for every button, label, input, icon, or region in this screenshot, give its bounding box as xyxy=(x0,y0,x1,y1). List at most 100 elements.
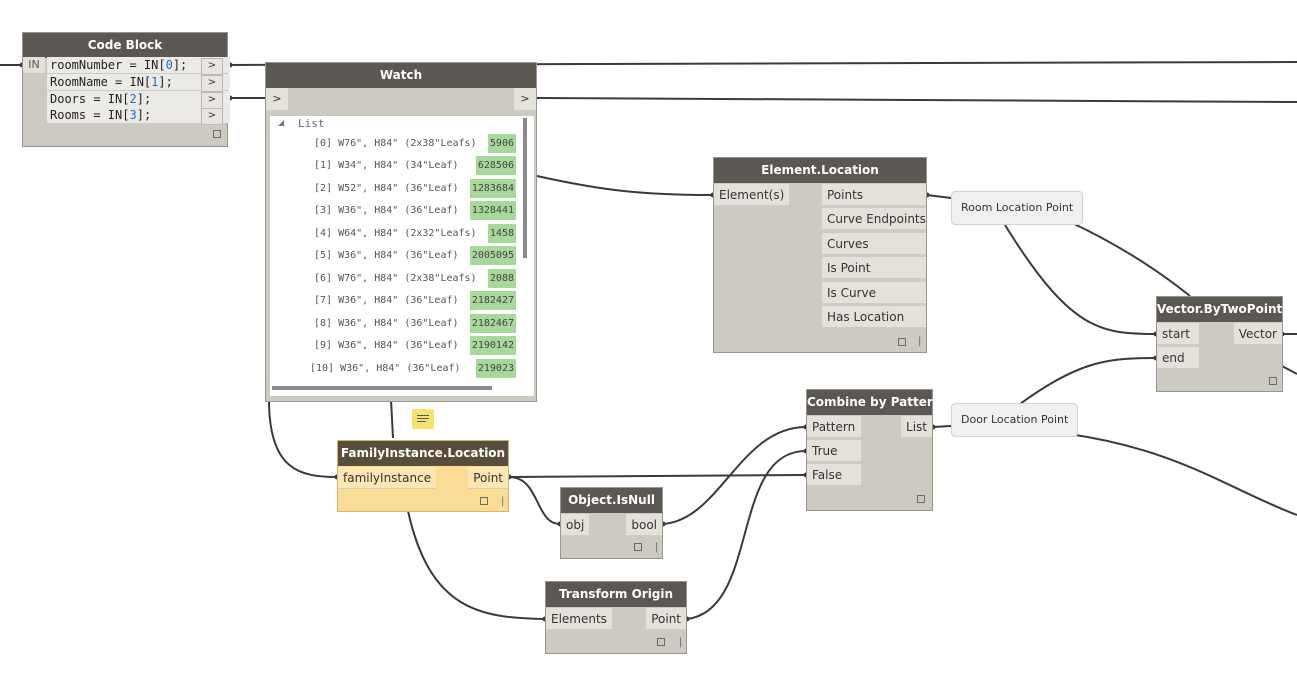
watch-row-value: 1458 xyxy=(487,224,516,243)
wire-room-bubble-to-vector xyxy=(1069,221,1191,297)
lacing-marker: | xyxy=(501,496,505,507)
transform-origin-node[interactable]: Transform Origin Elements Point | xyxy=(545,581,687,654)
curve-endpoints-output-port[interactable]: Curve Endpoints xyxy=(822,208,926,230)
watch-row-value: 2005095 xyxy=(469,246,516,265)
code-line-2-index: 2 xyxy=(129,92,137,106)
watch-row-index: [0] xyxy=(314,138,333,149)
bool-output-port[interactable]: bool xyxy=(626,514,662,536)
has-location-output-port[interactable]: Has Location xyxy=(822,306,926,328)
watch-row[interactable]: [8] W36", H84" (36"Leaf) 2182467 xyxy=(314,314,516,333)
list-output-port[interactable]: List xyxy=(901,416,932,438)
preview-toggle-icon[interactable] xyxy=(657,638,665,646)
watch-vertical-scrollbar[interactable] xyxy=(523,118,527,258)
curves-output-port[interactable]: Curves xyxy=(822,233,926,255)
watch-row-text: W36", H84" (36"Leaf) xyxy=(340,363,461,374)
room-location-point-label[interactable]: Room Location Point xyxy=(951,191,1084,225)
watch-title: Watch xyxy=(266,63,536,88)
watch-row[interactable]: [3] W36", H84" (36"Leaf) 1328441 xyxy=(314,201,516,220)
preview-toggle-icon[interactable] xyxy=(898,338,906,346)
watch-row-value: 628506 xyxy=(475,156,516,175)
watch-row-value: 2088 xyxy=(487,269,516,288)
wire-point-to-isnull xyxy=(508,476,561,525)
start-input-port[interactable]: start xyxy=(1157,323,1199,345)
watch-row-index: [2] xyxy=(314,183,333,194)
pattern-input-port[interactable]: Pattern xyxy=(807,416,861,438)
wire-watch-lower-stub xyxy=(390,399,394,439)
wire-door-bubble-onward xyxy=(1068,433,1297,516)
code-block-out-port-2[interactable]: > xyxy=(201,92,223,109)
watch-row-index: [6] xyxy=(314,273,333,284)
code-block-out-port-1[interactable]: > xyxy=(201,75,223,92)
watch-node[interactable]: Watch > > ◢ List [0] W76", H84" (2x38"Le… xyxy=(265,62,537,402)
watch-row-index: [5] xyxy=(314,250,333,261)
watch-row[interactable]: [5] W36", H84" (36"Leaf) 2005095 xyxy=(314,246,516,265)
code-line-1-post: ]; xyxy=(158,75,173,89)
familyinstance-location-node[interactable]: FamilyInstance.Location familyInstance P… xyxy=(337,440,509,512)
preview-toggle-icon[interactable] xyxy=(1269,377,1277,385)
point-output-port[interactable]: Point xyxy=(646,608,686,630)
watch-row[interactable]: [10] W36", H84" (36"Leaf) 219023 xyxy=(310,359,516,378)
watch-row[interactable]: [4] W64", H84" (2x32"Leafs) 1458 xyxy=(314,224,516,243)
preview-toggle-icon[interactable] xyxy=(480,497,488,505)
watch-row[interactable]: [0] W76", H84" (2x38"Leafs) 5906 xyxy=(314,134,516,153)
watch-row-text: W64", H84" (2x32"Leafs) xyxy=(338,228,477,239)
code-block-in-port[interactable]: IN xyxy=(23,57,45,73)
is-point-output-port[interactable]: Is Point xyxy=(822,257,926,279)
points-output-port[interactable]: Points xyxy=(822,184,926,206)
code-line-0-pre: roomNumber = IN[ xyxy=(50,58,166,72)
preview-toggle-icon[interactable] xyxy=(213,130,221,138)
vector-output-port[interactable]: Vector xyxy=(1233,323,1282,345)
code-line-1-pre: RoomName = IN[ xyxy=(50,75,152,89)
watch-row-value: 2182427 xyxy=(469,291,516,310)
familyinstance-input-port[interactable]: familyInstance xyxy=(338,467,437,489)
code-line-0-post: ]; xyxy=(172,58,188,72)
preview-toggle-icon[interactable] xyxy=(634,543,642,551)
code-block-node[interactable]: Code Block IN roomNumber = IN[0]; RoomNa… xyxy=(22,32,230,147)
note-icon[interactable] xyxy=(412,409,434,429)
watch-horizontal-scrollbar[interactable] xyxy=(272,386,492,390)
watch-row-index: [1] xyxy=(314,160,333,171)
code-block-out-port-3[interactable]: > xyxy=(201,108,223,125)
is-curve-output-port[interactable]: Is Curve xyxy=(822,282,926,304)
watch-row-text: W76", H84" (2x38"Leafs) xyxy=(338,273,477,284)
transform-origin-title: Transform Origin xyxy=(546,582,686,607)
false-input-port[interactable]: False xyxy=(807,464,861,486)
watch-row-value: 219023 xyxy=(475,359,516,378)
wire-door-bubble-to-end xyxy=(1019,357,1157,405)
wire-point-to-false xyxy=(508,474,807,478)
watch-row-index: [4] xyxy=(314,228,333,239)
element-input-port[interactable]: Element(s) xyxy=(714,184,790,206)
watch-in-port[interactable]: > xyxy=(266,88,288,110)
object-isnull-node[interactable]: Object.IsNull obj bool | xyxy=(560,487,663,559)
element-location-node[interactable]: Element.Location Element(s) Points Curve… xyxy=(713,157,927,353)
watch-row[interactable]: [7] W36", H84" (36"Leaf) 2182427 xyxy=(314,291,516,310)
door-location-point-label[interactable]: Door Location Point xyxy=(951,403,1079,437)
point-output-port[interactable]: Point xyxy=(468,467,508,489)
obj-input-port[interactable]: obj xyxy=(561,514,590,536)
watch-out-port[interactable]: > xyxy=(514,88,536,110)
preview-toggle-icon[interactable] xyxy=(917,495,925,503)
watch-row-text: W36", H84" (36"Leaf) xyxy=(338,295,459,306)
lacing-marker: | xyxy=(679,637,683,648)
true-input-port[interactable]: True xyxy=(807,440,861,462)
watch-row-value: 5906 xyxy=(487,134,516,153)
watch-list-panel[interactable]: ◢ List [0] W76", H84" (2x38"Leafs) 5906 [… xyxy=(270,116,534,396)
watch-row-text: W36", H84" (36"Leaf) xyxy=(338,340,459,351)
wire-watch-to-familyinstance xyxy=(268,399,338,478)
wire-familyinstance-to-transform xyxy=(407,510,546,620)
end-input-port[interactable]: end xyxy=(1157,347,1199,369)
watch-row[interactable]: [6] W76", H84" (2x38"Leafs) 2088 xyxy=(314,269,516,288)
watch-row[interactable]: [2] W52", H84" (36"Leaf) 1283684 xyxy=(314,179,516,198)
watch-row[interactable]: [9] W36", H84" (36"Leaf) 2190142 xyxy=(314,336,516,355)
combine-by-pattern-node[interactable]: Combine by Pattern Pattern True False Li… xyxy=(806,389,941,511)
list-expand-icon[interactable]: ◢ xyxy=(278,118,284,127)
elements-input-port[interactable]: Elements xyxy=(546,608,612,630)
watch-row-text: W52", H84" (36"Leaf) xyxy=(338,183,459,194)
watch-row[interactable]: [1] W34", H84" (34"Leaf) 628506 xyxy=(314,156,516,175)
watch-row-text: W34", H84" (34"Leaf) xyxy=(338,160,459,171)
watch-row-text: W36", H84" (36"Leaf) xyxy=(338,205,459,216)
vector-by-two-points-title: Vector.ByTwoPoints xyxy=(1157,297,1289,322)
vector-by-two-points-node[interactable]: Vector.ByTwoPoints start end Vector xyxy=(1156,296,1289,392)
watch-row-value: 2190142 xyxy=(469,336,516,355)
code-block-out-port-0[interactable]: > xyxy=(201,58,223,75)
